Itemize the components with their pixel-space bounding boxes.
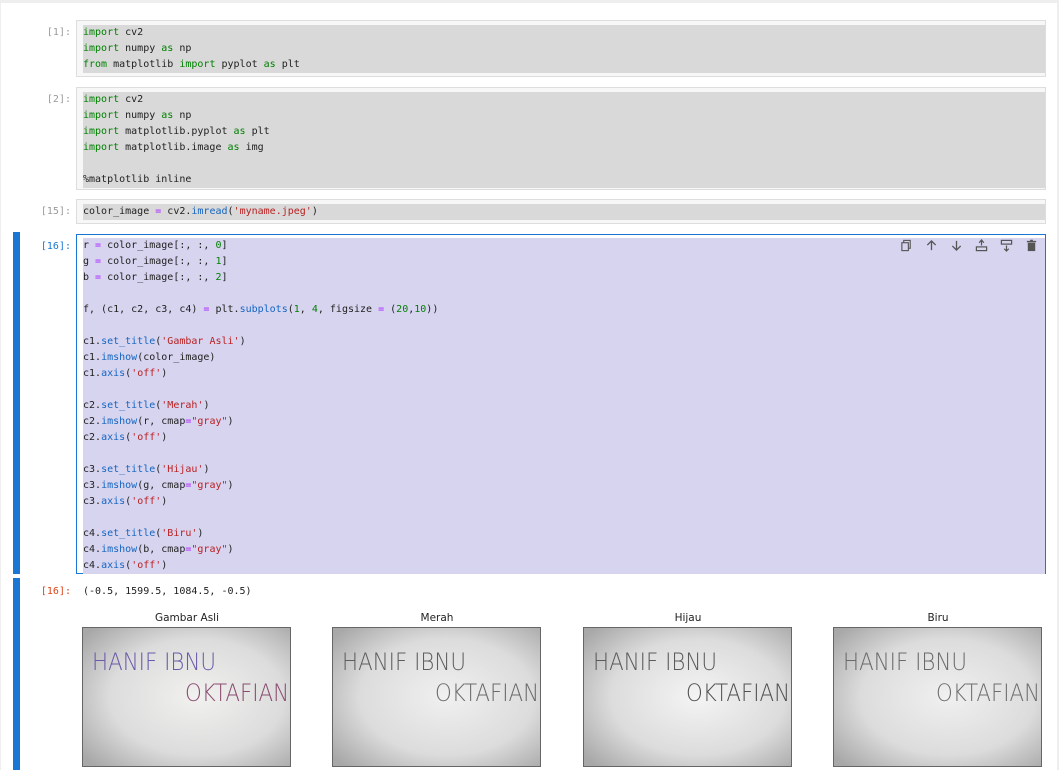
figure-hijau: Hijau HANIF IBNU OKTAFIAN (583, 611, 793, 767)
code-cell[interactable]: [2]: import cv2 import numpy as np import … (1, 87, 1057, 191)
figure-biru: Biru HANIF IBNU OKTAFIAN (833, 611, 1043, 767)
code-line[interactable]: b = color_image[:, :, 2] (83, 270, 1045, 286)
insert-above-icon[interactable] (974, 238, 989, 252)
code-cell[interactable]: [15]: color_image = cv2.imread('myname.j… (1, 199, 1057, 225)
code-line[interactable]: import numpy as np (83, 108, 1045, 124)
code-block[interactable]: r = color_image[:, :, 0] g = color_image[… (77, 238, 1045, 574)
cell-prompt: [1]: (46, 27, 71, 38)
cell-prompt: [15]: (40, 206, 71, 217)
handwritten-first-name: HANIF IBNU (342, 648, 466, 676)
code-editor[interactable]: r = color_image[:, :, 0] g = color_image[… (76, 234, 1046, 574)
code-block[interactable]: color_image = cv2.imread('myname.jpeg') (77, 204, 1045, 220)
figure-image: HANIF IBNU OKTAFIAN (82, 627, 291, 767)
figure-image: HANIF IBNU OKTAFIAN (833, 627, 1042, 767)
code-line[interactable]: c4.imshow(b, cmap="gray") (83, 542, 1045, 558)
code-line[interactable]: import numpy as np (83, 41, 1045, 57)
figure-gambar-asli: Gambar Asli HANIF IBNU OKTAFIAN (82, 611, 292, 767)
handwritten-first-name: HANIF IBNU (593, 648, 717, 676)
cell-prompt: [16]: (40, 241, 71, 252)
handwritten-last-name: OKTAFIAN (936, 679, 1040, 707)
code-line[interactable]: color_image = cv2.imread('myname.jpeg') (83, 204, 1045, 220)
move-down-icon[interactable] (949, 238, 964, 252)
code-line[interactable] (83, 318, 1045, 334)
move-up-icon[interactable] (924, 238, 939, 252)
code-line[interactable]: c4.axis('off') (83, 558, 1045, 574)
code-line[interactable]: c3.imshow(g, cmap="gray") (83, 478, 1045, 494)
code-line[interactable]: f, (c1, c2, c3, c4) = plt.subplots(1, 4,… (83, 302, 1045, 318)
code-line[interactable]: g = color_image[:, :, 1] (83, 254, 1045, 270)
figure-image: HANIF IBNU OKTAFIAN (583, 627, 792, 767)
code-line[interactable]: %matplotlib inline (83, 172, 1045, 188)
figure-merah: Merah HANIF IBNU OKTAFIAN (332, 611, 542, 767)
cell-toolbar (899, 238, 1039, 252)
code-line[interactable]: c4.set_title('Biru') (83, 526, 1045, 542)
code-line[interactable]: c2.axis('off') (83, 430, 1045, 446)
output-text: (-0.5, 1599.5, 1084.5, -0.5) (83, 586, 252, 597)
code-line[interactable]: import cv2 (83, 25, 1045, 41)
output-area: [16]: (-0.5, 1599.5, 1084.5, -0.5) Gamba… (1, 584, 1057, 770)
code-line[interactable]: c3.set_title('Hijau') (83, 462, 1045, 478)
figure-title: Merah (420, 612, 454, 624)
figure-title: Gambar Asli (154, 612, 220, 624)
code-block[interactable]: import cv2 import numpy as np import matpl… (77, 92, 1045, 188)
code-block[interactable]: import cv2 import numpy as np from matplot… (77, 25, 1045, 73)
code-line[interactable]: from matplotlib import pyplot as plt (83, 57, 1045, 73)
code-line[interactable]: c2.imshow(r, cmap="gray") (83, 414, 1045, 430)
code-line[interactable]: import matplotlib.pyplot as plt (83, 124, 1045, 140)
code-line[interactable] (83, 446, 1045, 462)
cell-prompt: [2]: (46, 94, 71, 105)
code-line[interactable] (83, 156, 1045, 172)
handwritten-last-name: OKTAFIAN (435, 679, 539, 707)
figure-title: Biru (927, 612, 949, 624)
delete-icon[interactable] (1024, 238, 1039, 252)
code-line[interactable]: c2.set_title('Merah') (83, 398, 1045, 414)
notebook: [1]: import cv2 import numpy as np from ma… (1, 3, 1057, 770)
figure-title: Hijau (674, 612, 702, 624)
code-line[interactable] (83, 286, 1045, 302)
code-line[interactable]: c1.imshow(color_image) (83, 350, 1045, 366)
code-line[interactable] (83, 510, 1045, 526)
code-line[interactable]: import matplotlib.image as img (83, 140, 1045, 156)
code-line[interactable] (83, 382, 1045, 398)
insert-below-icon[interactable] (999, 238, 1014, 252)
handwritten-last-name: OKTAFIAN (686, 679, 790, 707)
handwritten-first-name: HANIF IBNU (92, 648, 216, 676)
code-editor[interactable]: import cv2 import numpy as np import matpl… (76, 87, 1046, 190)
output-prompt: [16]: (40, 586, 71, 597)
active-code-cell[interactable]: [16]: r = color_image[:, :, 0] g = color_… (1, 232, 1057, 574)
handwritten-first-name: HANIF IBNU (843, 648, 967, 676)
code-editor[interactable]: color_image = cv2.imread('myname.jpeg') (76, 199, 1046, 224)
code-line[interactable]: c1.axis('off') (83, 366, 1045, 382)
code-line[interactable]: c3.axis('off') (83, 494, 1045, 510)
code-editor[interactable]: import cv2 import numpy as np from matplot… (76, 20, 1046, 77)
code-cell[interactable]: [1]: import cv2 import numpy as np from ma… (1, 20, 1057, 78)
code-line[interactable]: import cv2 (83, 92, 1045, 108)
code-line[interactable]: c1.set_title('Gambar Asli') (83, 334, 1045, 350)
handwritten-last-name: OKTAFIAN (185, 679, 289, 707)
figure-image: HANIF IBNU OKTAFIAN (332, 627, 541, 767)
duplicate-icon[interactable] (899, 238, 914, 252)
